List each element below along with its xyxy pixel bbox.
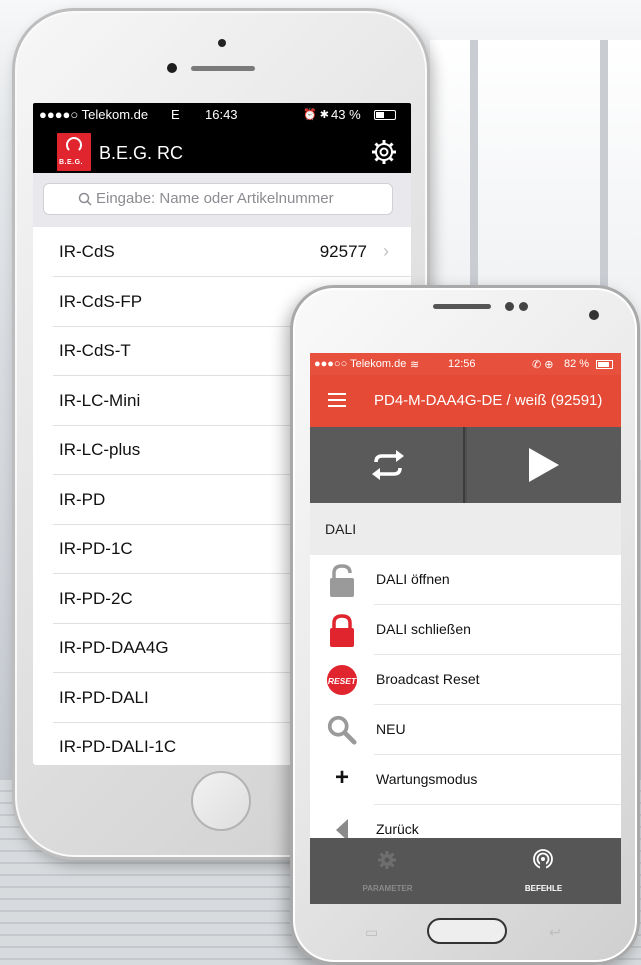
list-item-label: IR-CdS-FP [59,292,143,311]
tab-label: PARAMETER [362,884,413,893]
lock-open-icon [330,564,354,597]
svg-text:RESET: RESET [328,676,357,686]
carrier-label: ●●●●○ Telekom.de [39,107,149,122]
front-camera [218,39,226,47]
section-header: DALI [310,503,621,555]
beg-logo: B.E.G. [57,133,91,171]
section-title: DALI [325,521,357,537]
list-item-label: IR-PD-DALI-1C [59,737,177,756]
call-alarm-icon: ✆ ⊕ [532,359,554,371]
search-bar: Eingabe: Name oder Artikelnummer [33,173,411,227]
command-label: Wartungsmodus [376,771,478,787]
tab-befehle[interactable]: BEFEHLE [466,838,621,904]
command-item[interactable]: DALI öffnen [310,555,621,605]
list-item-label: IR-PD-2C [59,589,133,608]
gear-icon [378,851,396,869]
bottom-tab-bar: PARAMETER BEFEHLE [310,838,621,904]
back-key-icon[interactable]: ↩ [549,924,561,941]
app-header: B.E.G. B.E.G. RC [33,125,411,173]
app-title: B.E.G. RC [99,143,184,163]
lock-closed-icon [330,614,354,647]
home-button[interactable] [191,771,251,831]
search-placeholder: Eingabe: Name oder Artikelnummer [96,190,334,207]
list-item[interactable]: IR-CdS 92577 › [33,227,411,277]
status-bar: ●●●○○ Telekom.de ≋ 12:56 ✆ ⊕ 82 % [310,353,621,375]
sync-arrows-icon [372,450,404,480]
list-item-label: IR-LC-plus [59,440,141,459]
android-screen: ●●●○○ Telekom.de ≋ 12:56 ✆ ⊕ 82 % PD4-M-… [310,353,621,904]
list-item-label: IR-PD-DALI [59,688,149,707]
list-item-label: IR-LC-Mini [59,391,141,410]
android-device: ▭ ↩ ●●●○○ Telekom.de ≋ 12:56 ✆ ⊕ 82 % PD… [290,285,640,965]
hamburger-menu-icon[interactable] [328,393,346,407]
wifi-icon: ≋ [410,359,420,371]
command-item[interactable]: + Wartungsmodus [310,755,621,805]
command-item[interactable]: RESET Broadcast Reset [310,655,621,705]
earpiece-speaker [191,66,255,71]
home-button[interactable] [427,918,507,944]
command-item[interactable]: NEU [310,705,621,755]
clock-label: 16:43 [205,107,238,122]
list-item-label: IR-PD-DAA4G [59,638,169,657]
sensor-dot [505,302,514,311]
sync-button[interactable] [310,427,465,503]
search-icon [78,192,92,206]
battery-icon [374,110,396,120]
command-label: DALI öffnen [376,571,450,587]
status-bar: ●●●●○ Telekom.de E 16:43 ⏰ ✱ 43 % [33,103,411,125]
play-icon [529,448,559,482]
list-item-label: IR-PD [59,490,106,509]
command-label: NEU [376,721,406,737]
tab-label: BEFEHLE [524,884,563,893]
battery-label: 43 % [331,107,361,122]
alarm-bluetooth-icon: ⏰ ✱ [303,109,329,121]
settings-gear-icon[interactable] [371,139,397,165]
plus-icon: + [334,764,349,791]
network-label: E [171,107,180,122]
menu-key-icon[interactable]: ▭ [365,924,378,941]
list-item-label: IR-PD-1C [59,539,133,558]
front-camera [589,310,599,320]
battery-label: 82 % [564,358,590,370]
sensor-dot [519,302,528,311]
play-button[interactable] [467,427,621,503]
battery-icon [596,360,613,369]
earpiece-speaker [433,304,491,309]
command-label: DALI schließen [376,621,471,637]
logo-text: B.E.G. [59,159,84,166]
front-camera-lens [167,63,177,73]
signal-icon [533,849,553,870]
command-label: Broadcast Reset [376,671,480,687]
carrier-label: ●●●○○ Telekom.de [314,358,407,370]
clock-label: 12:56 [448,358,476,370]
list-item-label: IR-CdS-T [59,341,131,360]
search-input[interactable]: Eingabe: Name oder Artikelnummer [43,183,393,215]
command-item[interactable]: DALI schließen [310,605,621,655]
magnifier-icon [327,715,357,745]
device-title: PD4-M-DAA4G-DE / weiß (92591) [374,392,603,409]
app-bar: PD4-M-DAA4G-DE / weiß (92591) [310,375,621,427]
command-label: Zurück [376,821,419,837]
tab-parameter[interactable]: PARAMETER [310,838,465,904]
action-buttons [310,427,621,503]
chevron-right-icon: › [383,241,389,261]
article-number: 92577 [319,242,367,261]
reset-icon: RESET [326,664,358,696]
list-item-label: IR-CdS [59,242,115,261]
